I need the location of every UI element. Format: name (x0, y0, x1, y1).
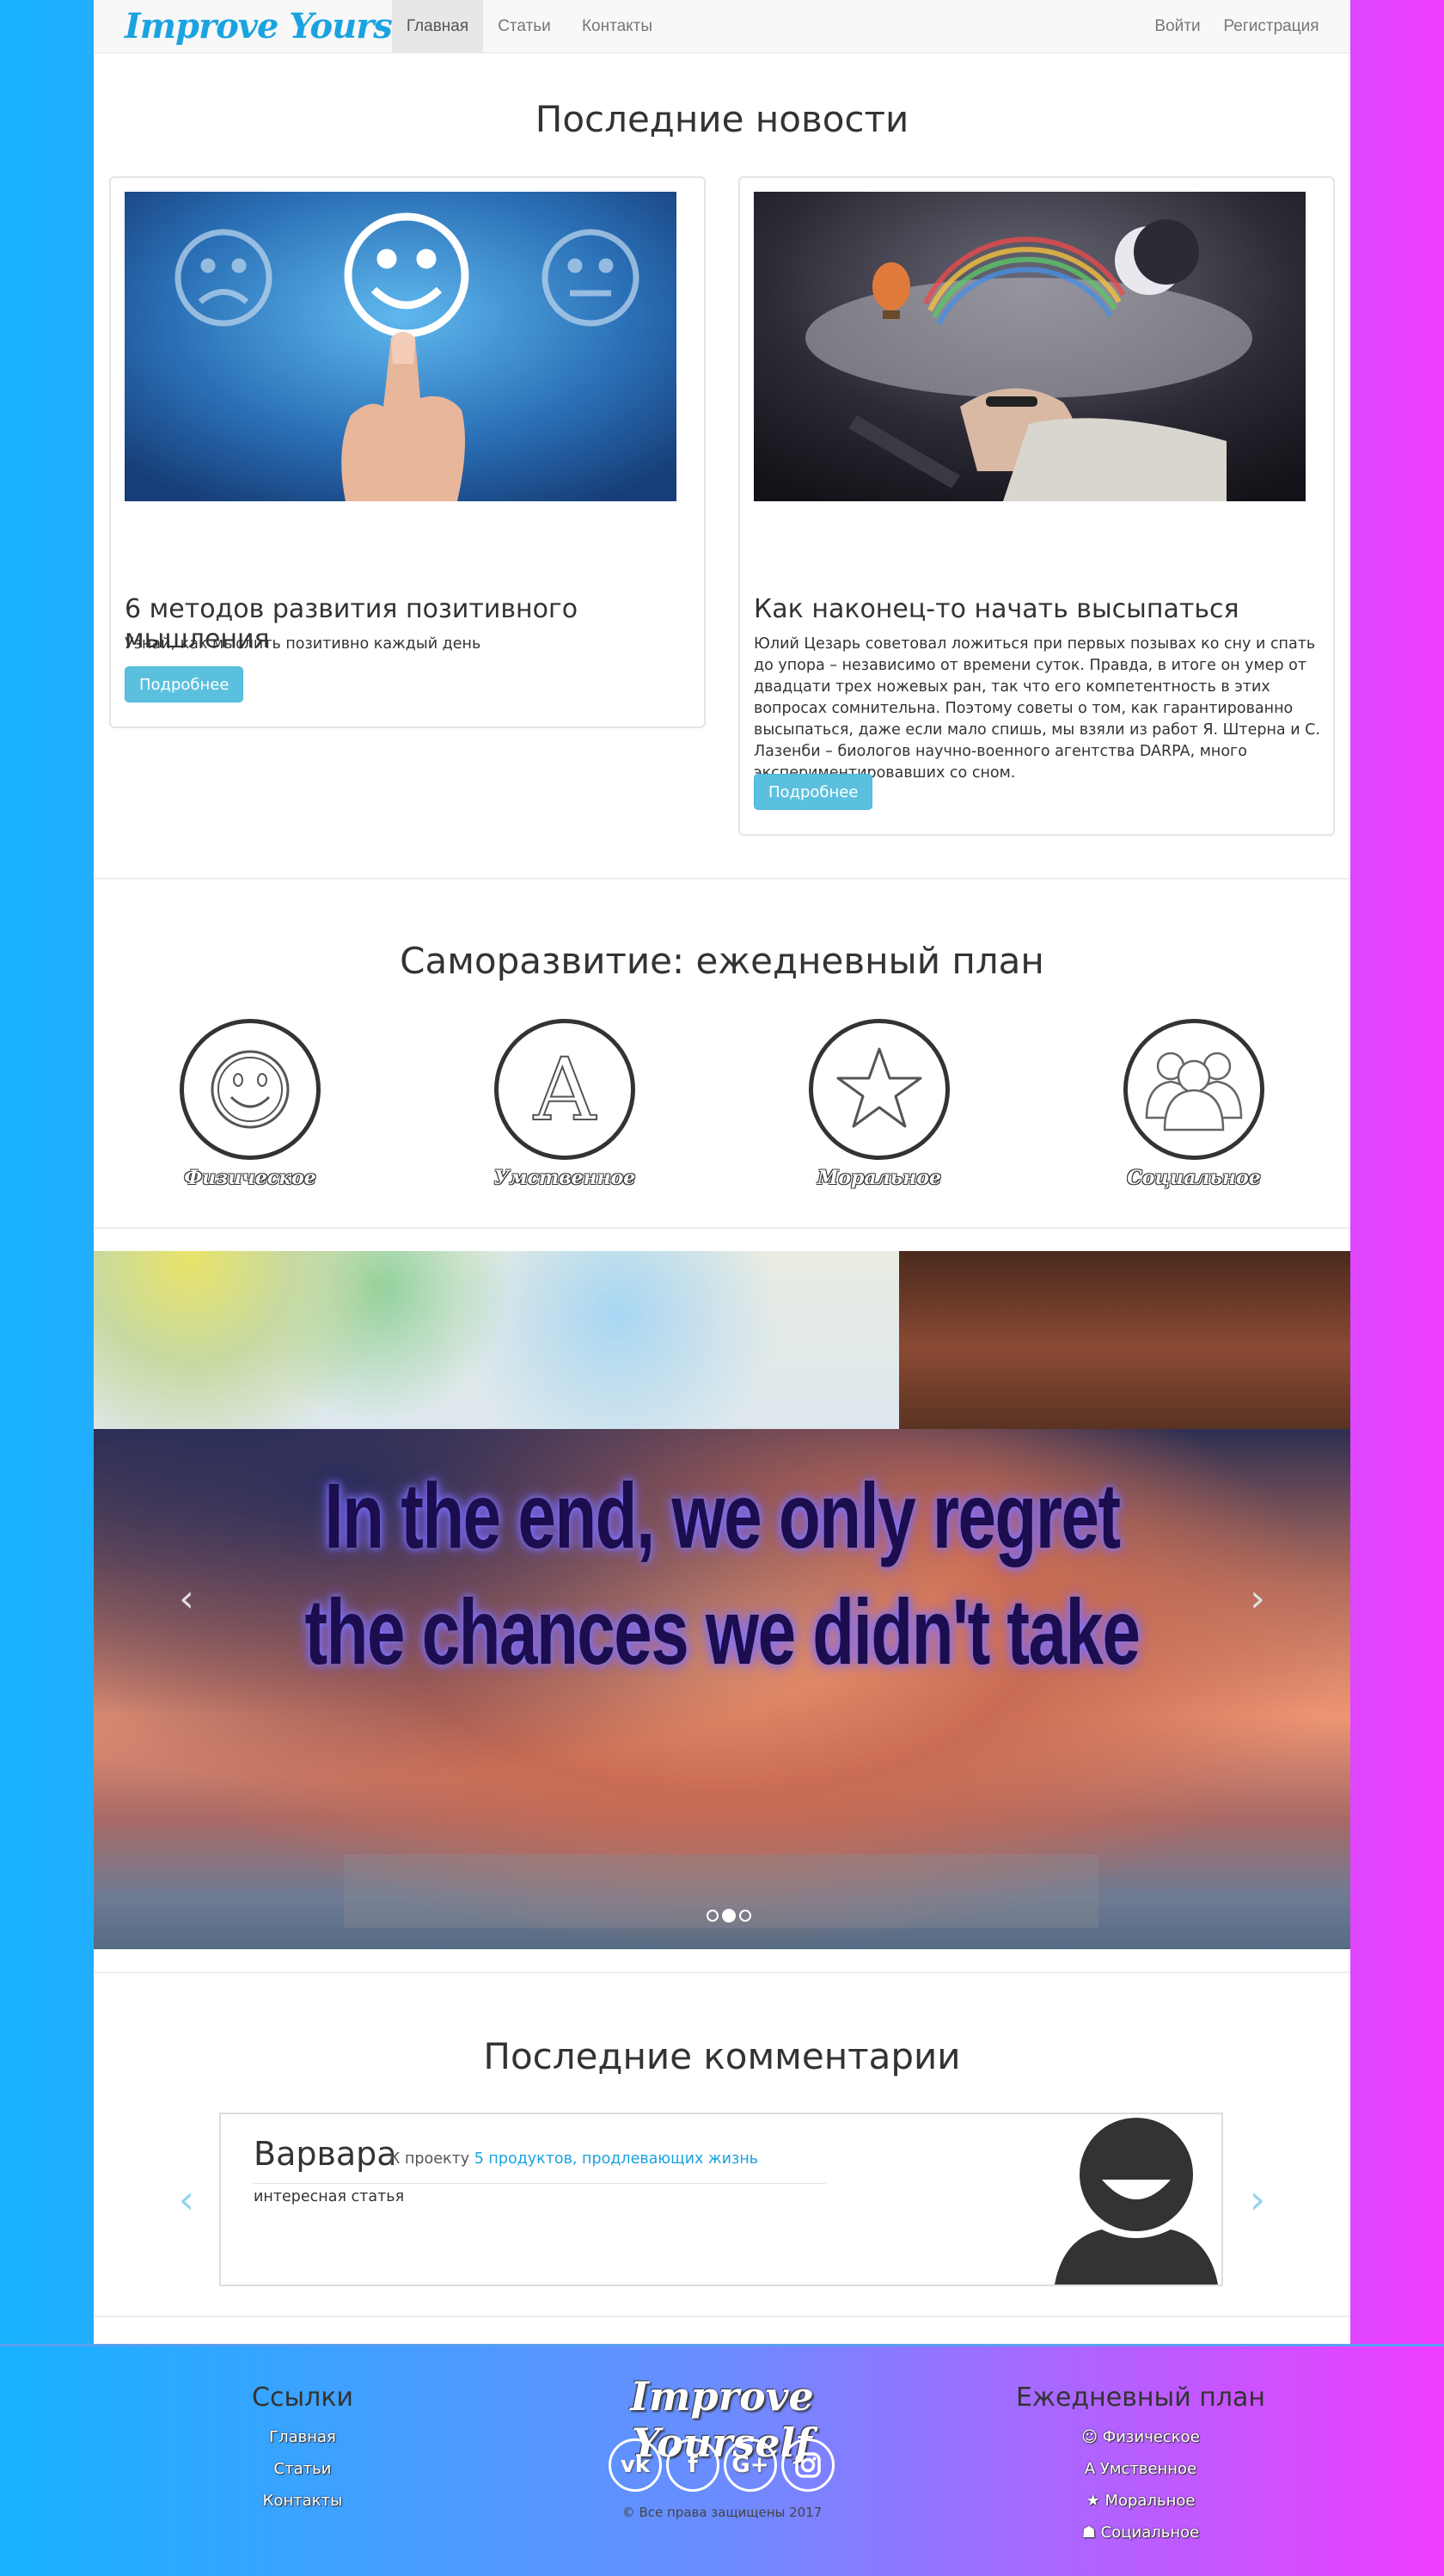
more-button[interactable]: Подробнее (754, 774, 873, 810)
nav-home[interactable]: Главная (392, 0, 483, 53)
star-icon (809, 1019, 950, 1160)
navbar: Improve Yourself Главная Статьи Контакты… (94, 0, 1350, 53)
nav-articles[interactable]: Статьи (483, 0, 566, 53)
avatar-icon (1055, 2118, 1218, 2285)
instagram-icon[interactable] (781, 2438, 835, 2492)
smiley-finger-image (125, 192, 676, 501)
plan-title: Саморазвитие: ежедневный план (400, 940, 1044, 982)
carousel-prev-arrow[interactable]: ‹ (169, 1580, 204, 1618)
nav-contacts[interactable]: Контакты (566, 0, 669, 53)
footer-brand-logo[interactable]: Improve Yourself (550, 2373, 894, 2466)
comments-next-arrow[interactable]: › (1240, 2180, 1275, 2219)
smiley-icon: ☺ (1081, 2428, 1098, 2446)
carousel-dot-active[interactable] (722, 1909, 736, 1923)
news-title: Последние новости (535, 98, 909, 140)
plan-item-social[interactable]: Социальное (1108, 1019, 1280, 1189)
more-button[interactable]: Подробнее (125, 666, 244, 702)
quote-carousel: In the end, we only regret the chances w… (94, 1251, 1350, 1949)
comment-ref-prefix: К проекту (389, 2150, 470, 2168)
footer-plan-social[interactable]: ☗ Социальное (1012, 2524, 1270, 2542)
footer-link-articles[interactable]: Статьи (217, 2460, 389, 2478)
smiley-icon (180, 1019, 321, 1160)
carousel-dot[interactable] (707, 1910, 719, 1922)
plan-item-moral[interactable]: Моральное (793, 1019, 965, 1189)
carousel-next-arrow[interactable]: › (1240, 1580, 1275, 1618)
footer-plan-mental[interactable]: A Умственное (1012, 2460, 1270, 2478)
plan-item-physical[interactable]: Физическое (164, 1019, 336, 1189)
comment-card: Варвара К проекту 5 продуктов, продлеваю… (219, 2113, 1223, 2286)
comment-reference: К проекту 5 продуктов, продлевающих жизн… (389, 2150, 758, 2168)
footer-links-heading: Ссылки (252, 2383, 353, 2413)
news-card-text: Узнай, как мыслить позитивно каждый день (125, 635, 481, 653)
plan-label: Умственное (493, 1167, 636, 1189)
news-card-title[interactable]: Как наконец-то начать высыпаться (754, 594, 1321, 624)
carousel-indicators (344, 1855, 1098, 1928)
quote-line: In the end, we only regret (324, 1463, 1121, 1567)
footer-plan-label: Социальное (1100, 2524, 1200, 2542)
letter-a-icon: A (1084, 2460, 1096, 2478)
vk-icon[interactable]: vk (609, 2438, 662, 2492)
plan-item-mental[interactable]: A Умственное (479, 1019, 651, 1189)
footer-plan-label: Умственное (1099, 2460, 1197, 2478)
footer-plan-moral[interactable]: ★ Моральное (1012, 2492, 1270, 2510)
nav-register[interactable]: Регистрация (1214, 0, 1329, 53)
divider (94, 1227, 1350, 1229)
plan-label: Моральное (817, 1167, 941, 1189)
comments-title: Последние комментарии (483, 2035, 961, 2077)
page-container: Improve Yourself Главная Статьи Контакты… (94, 0, 1350, 2344)
news-card: 6 методов развития позитивного мышления … (109, 176, 706, 728)
google-plus-icon[interactable]: G+ (724, 2438, 777, 2492)
sleeping-man-laptop-image (754, 192, 1306, 501)
comment-ref-link[interactable]: 5 продуктов, продлевающих жизнь (474, 2150, 758, 2168)
quote-line: the chances we didn't take (304, 1579, 1141, 1684)
facebook-icon[interactable]: f (666, 2438, 719, 2492)
divider (254, 2183, 826, 2184)
footer-plan-label: Физическое (1102, 2428, 1200, 2446)
footer-plan-label: Моральное (1104, 2492, 1196, 2510)
footer-plan-physical[interactable]: ☺ Физическое (1012, 2428, 1270, 2446)
carousel-next-slide-image (899, 1251, 1350, 1429)
group-icon (1123, 1019, 1264, 1160)
letter-a-icon: A (494, 1019, 635, 1160)
footer-plan-heading: Ежедневный план (1015, 2383, 1266, 2413)
news-card: Как наконец-то начать высыпаться Юлий Це… (738, 176, 1335, 836)
footer-link-contacts[interactable]: Контакты (217, 2492, 389, 2510)
comment-text: интересная статья (254, 2188, 405, 2205)
nav-login[interactable]: Войти (1141, 0, 1214, 53)
plan-label: Социальное (1127, 1167, 1261, 1189)
star-icon: ★ (1086, 2492, 1100, 2510)
divider (94, 878, 1350, 880)
comments-prev-arrow[interactable]: ‹ (169, 2180, 204, 2219)
plan-label: Физическое (184, 1167, 316, 1189)
group-icon: ☗ (1081, 2524, 1096, 2542)
copyright: © Все права защищены 2017 (621, 2505, 823, 2520)
divider (94, 2315, 1350, 2317)
carousel-prev-slide-image (94, 1251, 899, 1429)
svg-text:A: A (533, 1040, 597, 1140)
divider (94, 1972, 1350, 1973)
comment-author: Варвара (254, 2135, 397, 2173)
carousel-dot[interactable] (739, 1910, 751, 1922)
news-card-text: Юлий Цезарь советовал ложиться при первы… (754, 635, 1320, 782)
footer-link-home[interactable]: Главная (217, 2428, 389, 2446)
